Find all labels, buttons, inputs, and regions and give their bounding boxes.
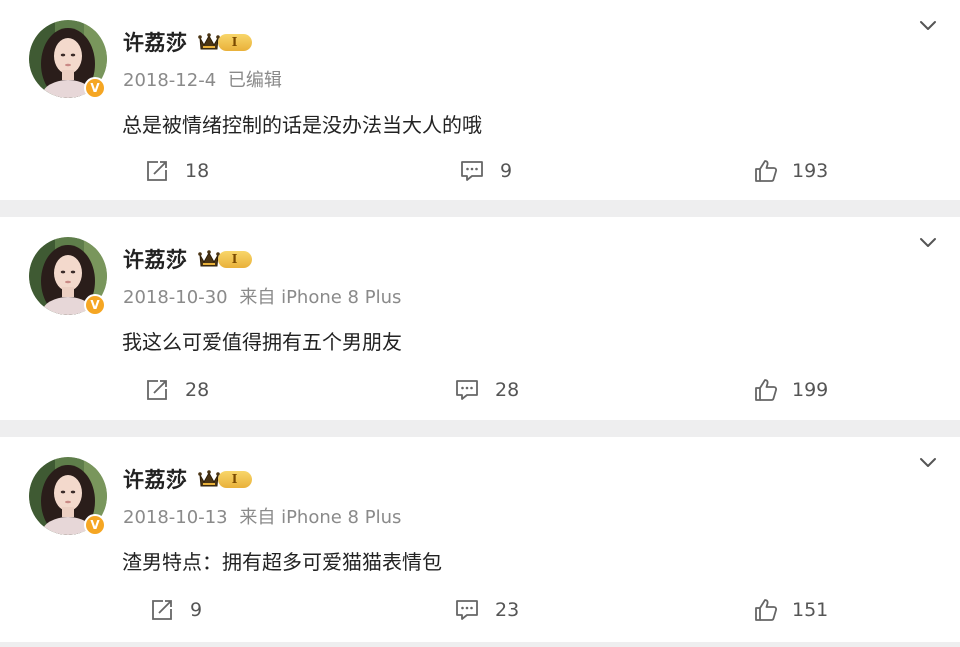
chevron-down-icon[interactable] bbox=[918, 16, 938, 36]
comment-button[interactable]: 28 bbox=[455, 373, 519, 407]
username[interactable]: 许荔莎 bbox=[123, 244, 188, 274]
action-bar: 28 28 199 bbox=[0, 373, 960, 407]
crown-icon bbox=[197, 250, 220, 267]
action-bar: 9 23 151 bbox=[0, 593, 960, 627]
verified-badge-icon: V bbox=[84, 294, 106, 316]
post-source: 来自 iPhone 8 Plus bbox=[239, 507, 402, 528]
repost-icon bbox=[152, 600, 172, 620]
repost-button[interactable]: 28 bbox=[145, 373, 209, 407]
repost-icon bbox=[147, 380, 167, 400]
comment-button[interactable]: 9 bbox=[460, 154, 512, 188]
avatar[interactable]: V bbox=[29, 457, 107, 536]
post-meta: 2018-10-30 来自 iPhone 8 Plus bbox=[123, 283, 401, 309]
post-meta: 2018-12-4 已编辑 bbox=[123, 66, 282, 92]
verified-badge-icon: V bbox=[84, 77, 106, 99]
like-count: 193 bbox=[792, 160, 829, 182]
comment-count: 23 bbox=[495, 599, 520, 621]
post-text: 我这么可爱值得拥有五个男朋友 bbox=[122, 330, 402, 354]
post-card: V 许荔莎 I 2018-12-4 已编辑 总是被情绪控制的话是没办法当大人的哦 bbox=[0, 0, 960, 200]
comment-icon bbox=[456, 600, 478, 620]
comment-icon bbox=[456, 380, 478, 400]
verified-badge-icon: V bbox=[84, 514, 106, 536]
like-count: 151 bbox=[792, 599, 829, 621]
chevron-down-icon[interactable] bbox=[918, 233, 938, 253]
post-date[interactable]: 2018-10-13 bbox=[123, 507, 228, 528]
vip-badge[interactable]: I bbox=[197, 31, 252, 53]
repost-icon bbox=[147, 161, 167, 181]
repost-count: 9 bbox=[190, 599, 203, 621]
repost-button[interactable]: 18 bbox=[145, 154, 209, 188]
crown-icon bbox=[197, 33, 220, 50]
comment-icon bbox=[461, 161, 483, 181]
comment-count: 28 bbox=[495, 379, 520, 401]
vip-level-label: I bbox=[217, 470, 252, 488]
post-date[interactable]: 2018-10-30 bbox=[123, 287, 228, 308]
vip-badge[interactable]: I bbox=[197, 468, 252, 490]
name-row: 许荔莎 I bbox=[123, 28, 252, 56]
repost-count: 18 bbox=[185, 160, 210, 182]
weibo-feed: V 许荔莎 I 2018-12-4 已编辑 总是被情绪控制的话是没办法当大人的哦 bbox=[0, 0, 960, 647]
post-meta: 2018-10-13 来自 iPhone 8 Plus bbox=[123, 503, 401, 529]
vip-badge[interactable]: I bbox=[197, 248, 252, 270]
like-button[interactable]: 199 bbox=[754, 373, 828, 407]
chevron-down-icon[interactable] bbox=[918, 453, 938, 473]
name-row: 许荔莎 I bbox=[123, 245, 252, 273]
vip-level-label: I bbox=[217, 250, 252, 268]
post-text: 渣男特点：拥有超多可爱猫猫表情包 bbox=[122, 550, 442, 574]
thumbs-up-icon bbox=[755, 160, 778, 182]
thumbs-up-icon bbox=[755, 599, 778, 621]
like-button[interactable]: 193 bbox=[754, 154, 828, 188]
username[interactable]: 许荔莎 bbox=[123, 27, 188, 57]
thumbs-up-icon bbox=[755, 379, 778, 401]
comment-button[interactable]: 23 bbox=[455, 593, 519, 627]
crown-icon bbox=[197, 470, 220, 487]
like-count: 199 bbox=[792, 379, 829, 401]
avatar[interactable]: V bbox=[29, 237, 107, 316]
repost-button[interactable]: 9 bbox=[150, 593, 202, 627]
post-source: 来自 iPhone 8 Plus bbox=[239, 287, 402, 308]
post-text: 总是被情绪控制的话是没办法当大人的哦 bbox=[122, 113, 482, 137]
avatar[interactable]: V bbox=[29, 20, 107, 99]
like-button[interactable]: 151 bbox=[754, 593, 828, 627]
post-date[interactable]: 2018-12-4 bbox=[123, 70, 216, 91]
repost-count: 28 bbox=[185, 379, 210, 401]
post-source: 已编辑 bbox=[227, 70, 282, 91]
post-card: V 许荔莎 I 2018-10-30 来自 iPhone 8 Plus 我这么可… bbox=[0, 217, 960, 420]
post-card: V 许荔莎 I 2018-10-13 来自 iPhone 8 Plus 渣男特点… bbox=[0, 437, 960, 642]
username[interactable]: 许荔莎 bbox=[123, 464, 188, 494]
vip-level-label: I bbox=[217, 33, 252, 51]
action-bar: 18 9 193 bbox=[0, 154, 960, 188]
comment-count: 9 bbox=[500, 160, 513, 182]
name-row: 许荔莎 I bbox=[123, 465, 252, 493]
